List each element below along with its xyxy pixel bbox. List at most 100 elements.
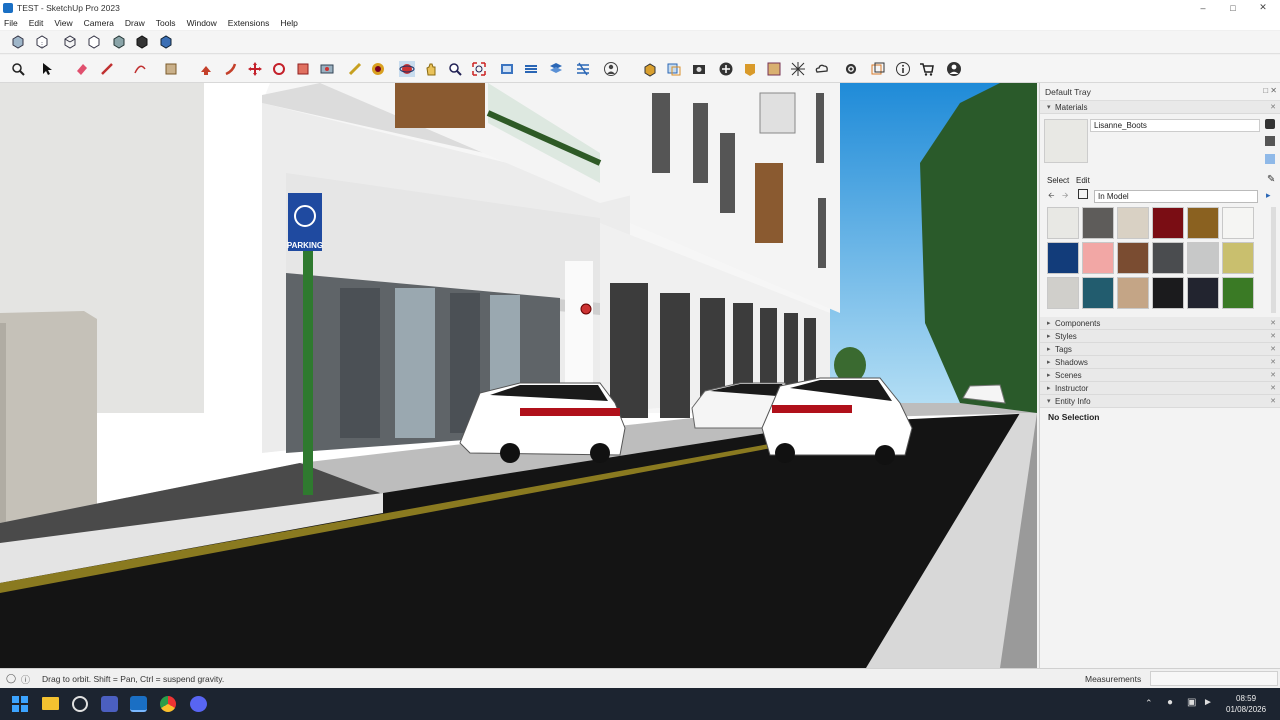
geolocation-icon[interactable] (741, 60, 759, 78)
menu-view[interactable]: View (54, 18, 72, 28)
tray-overflow-icon[interactable]: ⌃ (1145, 698, 1153, 709)
close-panel-icon[interactable]: ✕ (1270, 103, 1276, 111)
cloud-icon[interactable] (813, 60, 831, 78)
network-icon[interactable]: ▣ (1187, 697, 1196, 708)
chrome-browser-icon[interactable] (160, 696, 176, 712)
eraser-icon[interactable] (73, 60, 91, 78)
photo-texture-icon[interactable] (765, 60, 783, 78)
shaded-textures-icon[interactable] (133, 33, 151, 51)
menu-file[interactable]: File (4, 18, 18, 28)
shaded-icon[interactable] (110, 33, 128, 51)
sketchup-icon[interactable] (130, 696, 147, 712)
xray-icon[interactable] (9, 33, 27, 51)
material-swatch[interactable] (1152, 207, 1184, 239)
push-pull-icon[interactable] (197, 60, 215, 78)
library-dropdown[interactable]: In Model (1094, 190, 1258, 203)
material-swatch[interactable] (1117, 242, 1149, 274)
shapes-icon[interactable] (131, 60, 149, 78)
menu-draw[interactable]: Draw (125, 18, 145, 28)
measurements-input[interactable] (1150, 671, 1278, 686)
close-panel-icon[interactable]: ✕ (1270, 384, 1276, 392)
close-button[interactable]: ✕ (1248, 0, 1278, 15)
material-swatch[interactable] (1187, 207, 1219, 239)
microphone-icon[interactable]: ● (1167, 697, 1173, 708)
pan-icon[interactable] (422, 60, 440, 78)
clock-date[interactable]: 01/08/2026 (1226, 705, 1266, 714)
material-swatch[interactable] (1117, 277, 1149, 309)
select-icon[interactable] (38, 60, 56, 78)
close-panel-icon[interactable]: ✕ (1270, 358, 1276, 366)
minimize-button[interactable]: – (1188, 0, 1218, 15)
material-swatch[interactable] (1047, 242, 1079, 274)
wireframe-icon[interactable] (61, 33, 79, 51)
entity-info-panel-header[interactable]: ▾ Entity Info ✕ (1040, 395, 1280, 408)
scenes-panel-header[interactable]: ▸ Scenes ✕ (1040, 369, 1280, 382)
material-swatch[interactable] (1082, 207, 1114, 239)
close-panel-icon[interactable]: ✕ (1270, 371, 1276, 379)
maximize-button[interactable]: □ (1218, 0, 1248, 15)
info-status-icon[interactable]: ⓘ (21, 673, 30, 686)
extension-warehouse-icon[interactable] (665, 60, 683, 78)
material-swatch[interactable] (1082, 242, 1114, 274)
menu-help[interactable]: Help (280, 18, 297, 28)
zoom-window-icon[interactable] (446, 60, 464, 78)
move-icon[interactable] (246, 60, 264, 78)
rectangle-icon[interactable] (162, 60, 180, 78)
windows-start-icon[interactable] (12, 696, 28, 712)
menu-camera[interactable]: Camera (84, 18, 114, 28)
menu-tools[interactable]: Tools (156, 18, 176, 28)
material-swatch[interactable] (1082, 277, 1114, 309)
material-swatch[interactable] (1047, 277, 1079, 309)
zoom-icon[interactable] (9, 60, 27, 78)
styles-panel-header[interactable]: ▸ Styles ✕ (1040, 330, 1280, 343)
home-icon[interactable] (1078, 189, 1088, 199)
chrome-icon[interactable] (72, 696, 88, 712)
close-panel-icon[interactable]: ✕ (1270, 319, 1276, 327)
tab-edit[interactable]: Edit (1076, 176, 1090, 185)
match-photo-icon[interactable] (690, 60, 708, 78)
paint-bucket-icon[interactable] (369, 60, 387, 78)
offset-icon[interactable] (318, 60, 336, 78)
user-icon[interactable] (602, 60, 620, 78)
forward-arrow-icon[interactable]: 🡪 (1062, 190, 1069, 204)
volume-icon[interactable]: ► (1203, 697, 1213, 708)
tape-measure-icon[interactable] (346, 60, 364, 78)
orbit-icon[interactable] (398, 60, 416, 78)
close-panel-icon[interactable]: ✕ (1270, 345, 1276, 353)
material-swatch[interactable] (1222, 207, 1254, 239)
material-swatch[interactable] (1222, 242, 1254, 274)
back-edges-icon[interactable] (33, 33, 51, 51)
components-panel-header[interactable]: ▸ Components ✕ (1040, 317, 1280, 330)
shadows-panel-header[interactable]: ▸ Shadows ✕ (1040, 356, 1280, 369)
info-icon[interactable] (894, 60, 912, 78)
hidden-line-icon[interactable] (85, 33, 103, 51)
discord-icon[interactable] (190, 696, 207, 712)
clock-time[interactable]: 08:59 (1236, 694, 1256, 703)
create-material-icon[interactable] (1265, 119, 1275, 129)
3d-warehouse-icon[interactable] (641, 60, 659, 78)
material-swatch[interactable] (1117, 207, 1149, 239)
section-icon[interactable] (522, 60, 540, 78)
default-material-icon[interactable] (1265, 136, 1275, 146)
file-explorer-icon[interactable] (42, 697, 59, 710)
solid-tools-icon[interactable] (574, 60, 592, 78)
sample-paint-icon[interactable] (1265, 154, 1275, 164)
material-name-field[interactable]: Lisanne_Boots (1090, 119, 1260, 132)
follow-me-icon[interactable] (222, 60, 240, 78)
grid-icon[interactable] (789, 60, 807, 78)
tray-pin-icon[interactable]: □ ✕ (1263, 86, 1277, 95)
material-swatch[interactable] (1187, 277, 1219, 309)
close-panel-icon[interactable]: ✕ (1270, 397, 1276, 405)
menu-extensions[interactable]: Extensions (228, 18, 270, 28)
instructor-panel-header[interactable]: ▸ Instructor ✕ (1040, 382, 1280, 395)
tags-panel-header[interactable]: ▸ Tags ✕ (1040, 343, 1280, 356)
rotate-icon[interactable] (270, 60, 288, 78)
layers-icon[interactable] (547, 60, 565, 78)
back-arrow-icon[interactable]: 🡨 (1048, 190, 1055, 204)
material-swatch[interactable] (1152, 242, 1184, 274)
tab-select[interactable]: Select (1047, 176, 1069, 185)
geo-location-icon[interactable]: ◯ (6, 673, 16, 684)
material-swatch[interactable] (1152, 277, 1184, 309)
material-swatch[interactable] (1047, 207, 1079, 239)
eyedropper-icon[interactable]: ✎ (1267, 174, 1275, 185)
